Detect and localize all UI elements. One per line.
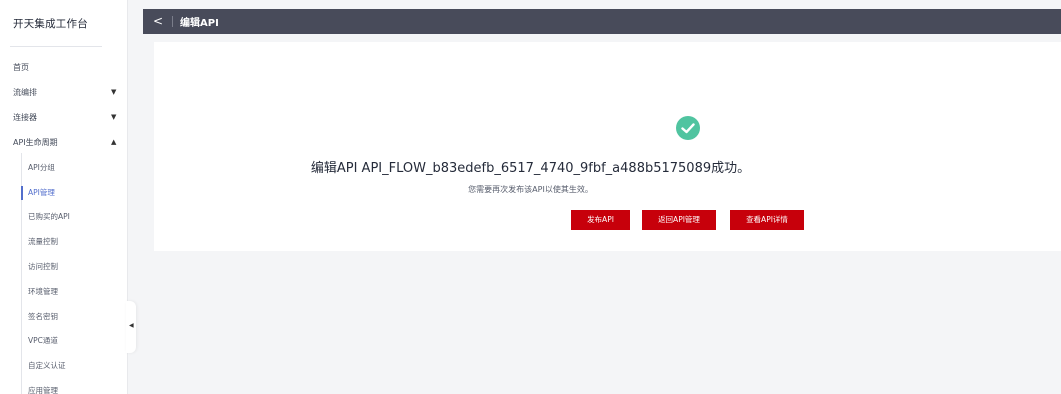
page-title: 编辑API <box>180 18 219 29</box>
sidebar-item-label: API生命周期 <box>13 138 58 147</box>
result-message: 编辑API API_FLOW_b83edefb_6517_4740_9fbf_a… <box>310 161 751 176</box>
sidebar-item-label: 连接器 <box>13 113 37 122</box>
back-button[interactable]: < <box>151 13 165 29</box>
sidebar-item-api-lifecycle[interactable]: API生命周期 ▲ <box>0 134 127 152</box>
sidebar-item-label: VPC通道 <box>28 336 58 345</box>
sidebar-item-home[interactable]: 首页 <box>0 59 127 77</box>
sidebar-item-label: 已购买的API <box>28 212 70 221</box>
sidebar-item-app-management[interactable]: 应用管理 <box>22 382 126 394</box>
result-hint: 您需要再次发布该API以使其生效。 <box>468 185 593 194</box>
view-api-details-button[interactable]: 查看API详情 <box>730 210 804 230</box>
page-header: < 编辑API <box>143 9 1061 34</box>
publish-api-button[interactable]: 发布API <box>571 210 630 230</box>
sidebar-item-environments[interactable]: 环境管理 <box>22 283 126 301</box>
sidebar-item-label: 访问控制 <box>28 262 58 271</box>
sidebar-item-label: 环境管理 <box>28 287 58 296</box>
sidebar-item-label: 流编排 <box>13 88 37 97</box>
sidebar-item-flow-orchestration[interactable]: 流编排 ▼ <box>0 84 127 102</box>
chevron-up-icon: ▲ <box>111 138 117 146</box>
sidebar: 开天集成工作台 首页 流编排 ▼ 连接器 ▼ API生命周期 ▲ API分组 A… <box>0 0 128 394</box>
chevron-left-icon: ◀ <box>129 322 134 329</box>
sidebar-item-signature-keys[interactable]: 签名密钥 <box>22 308 126 326</box>
back-to-api-management-button[interactable]: 返回API管理 <box>642 210 716 230</box>
chevron-down-icon: ▼ <box>111 113 117 121</box>
check-circle-icon <box>676 116 700 140</box>
sidebar-divider <box>10 46 102 47</box>
sidebar-item-purchased-apis[interactable]: 已购买的API <box>22 208 126 226</box>
sidebar-item-label: 自定义认证 <box>28 361 66 370</box>
sidebar-item-traffic-control[interactable]: 流量控制 <box>22 233 126 251</box>
chevron-down-icon: ▼ <box>111 88 117 96</box>
sidebar-collapse-handle[interactable]: ◀ <box>126 301 136 353</box>
sidebar-item-label: 首页 <box>13 63 29 72</box>
sidebar-item-label: 应用管理 <box>28 386 58 394</box>
sidebar-item-connectors[interactable]: 连接器 ▼ <box>0 109 127 127</box>
sidebar-item-custom-auth[interactable]: 自定义认证 <box>22 357 126 375</box>
app-title: 开天集成工作台 <box>13 18 88 30</box>
header-divider <box>172 16 173 27</box>
result-card: 编辑API API_FLOW_b83edefb_6517_4740_9fbf_a… <box>154 42 1061 251</box>
sidebar-item-label: 签名密钥 <box>28 312 58 321</box>
sidebar-item-vpc-channels[interactable]: VPC通道 <box>22 332 126 350</box>
sidebar-item-access-control[interactable]: 访问控制 <box>22 258 126 276</box>
sidebar-item-label: 流量控制 <box>28 237 58 246</box>
